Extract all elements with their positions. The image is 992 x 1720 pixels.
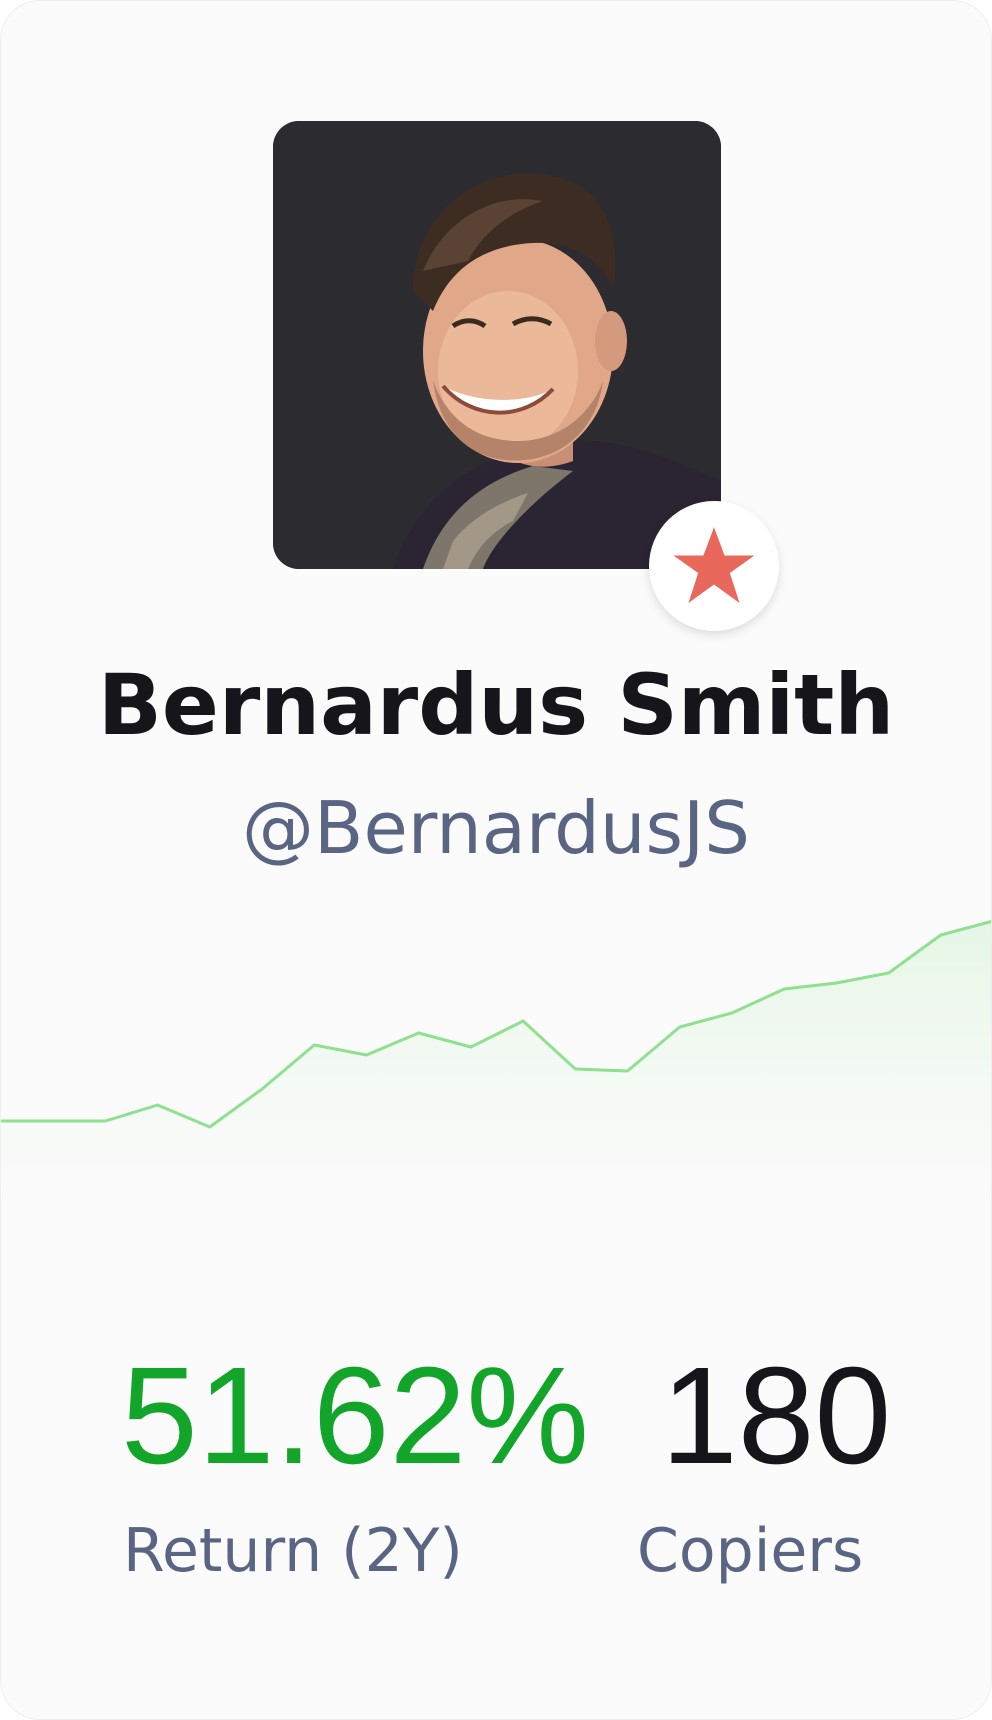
star-icon — [673, 527, 755, 603]
trader-handle: @BernardusJS — [242, 786, 750, 870]
profile-photo — [273, 121, 721, 569]
return-label: Return (2Y) — [123, 1516, 463, 1586]
return-value: 51.62% — [121, 1339, 590, 1493]
chart-area-fill — [1, 921, 991, 1281]
trader-name: Bernardus Smith — [97, 656, 895, 754]
copiers-value: 180 — [661, 1339, 892, 1493]
copiers-label: Copiers — [637, 1516, 864, 1586]
avatar-container[interactable] — [273, 121, 721, 569]
performance-chart — [1, 919, 991, 1281]
avatar — [273, 121, 721, 569]
trader-card[interactable]: Bernardus Smith @BernardusJS 51.62% 180 … — [0, 0, 992, 1720]
featured-badge — [649, 501, 779, 631]
